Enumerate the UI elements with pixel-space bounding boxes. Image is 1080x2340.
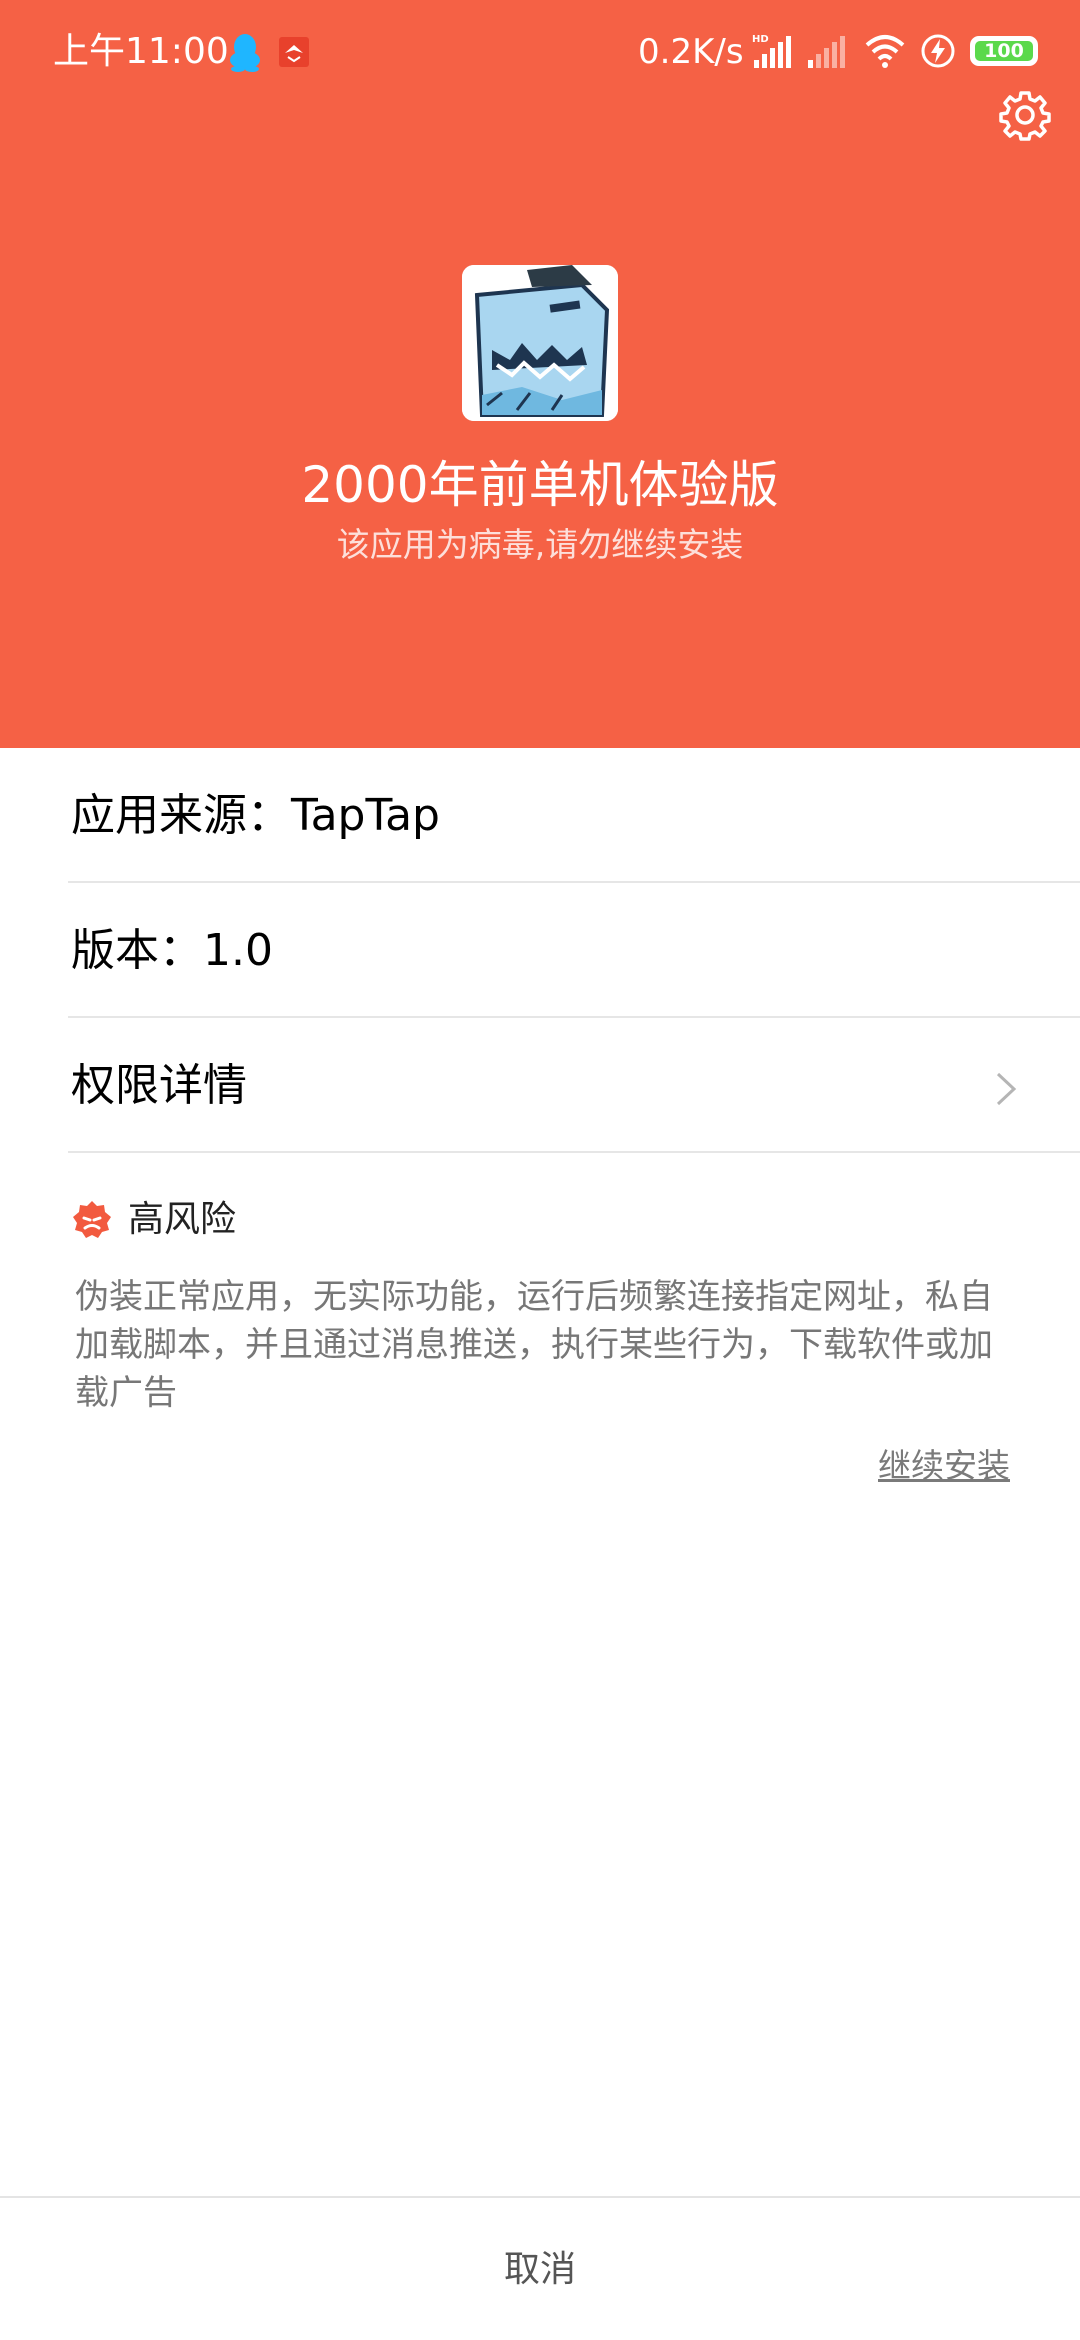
status-bar: 上午11:00 0.2K/s HD 100 xyxy=(0,0,1080,105)
permissions-row[interactable]: 权限详情 xyxy=(68,1018,1080,1153)
charging-icon xyxy=(921,34,955,68)
status-time: 上午11:00 xyxy=(53,31,229,72)
version-row: 版本：1.0 xyxy=(68,883,1080,1018)
gear-icon[interactable] xyxy=(998,88,1052,142)
net-speed: 0.2K/s xyxy=(638,32,744,72)
battery-level: 100 xyxy=(975,41,1033,61)
app-source-row: 应用来源：TapTap xyxy=(68,748,1080,883)
permissions-label: 权限详情 xyxy=(71,1060,247,1111)
battery-icon: 100 xyxy=(970,36,1038,66)
notification-icon xyxy=(279,37,309,67)
risk-description: 伪装正常应用，无实际功能，运行后频繁连接指定网址，私自加载脚本，并且通过消息推送… xyxy=(75,1277,993,1413)
version-text: 版本：1.0 xyxy=(71,925,273,976)
continue-install-link[interactable]: 继续安装 xyxy=(878,1442,1010,1490)
app-icon xyxy=(462,265,618,421)
app-header: 上午11:00 0.2K/s HD 100 2000年前单机体验版 该应用为病毒… xyxy=(0,0,1080,748)
signal-icon: HD xyxy=(752,34,791,68)
signal-hd-label: HD xyxy=(752,34,769,45)
app-name: 2000年前单机体验版 xyxy=(301,456,779,514)
qq-icon xyxy=(230,34,260,72)
chevron-right-icon xyxy=(996,1072,1017,1106)
virus-warning-text: 该应用为病毒,请勿继续安装 xyxy=(336,525,744,564)
high-risk-icon xyxy=(73,1201,111,1238)
risk-level-label: 高风险 xyxy=(128,1199,237,1240)
app-source-text: 应用来源：TapTap xyxy=(71,790,440,841)
signal-icon-secondary xyxy=(808,36,845,68)
install-screen: 上午11:00 0.2K/s HD 100 2000年前单机体验版 该应用为病毒… xyxy=(0,0,1080,2340)
wifi-icon xyxy=(865,35,905,68)
cancel-button[interactable]: 取消 xyxy=(0,2198,1080,2340)
bottom-bar: 取消 xyxy=(0,2196,1080,2340)
app-icon-image xyxy=(462,265,618,421)
